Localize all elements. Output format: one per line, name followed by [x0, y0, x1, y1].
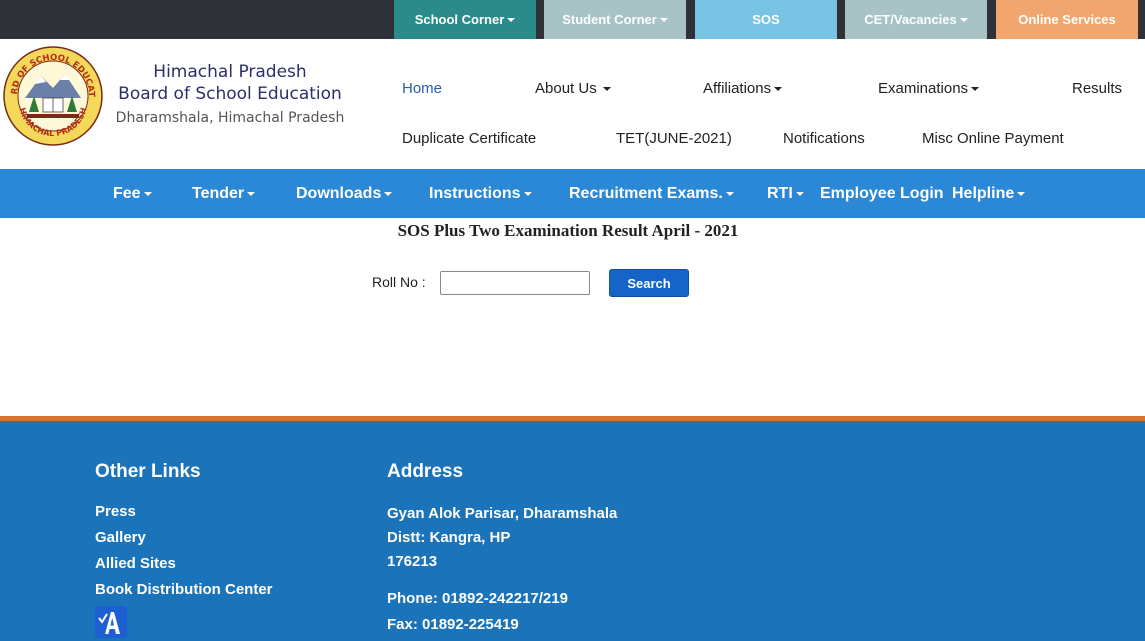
- roll-no-label: Roll No :: [372, 274, 426, 290]
- footer-link-gallery[interactable]: Gallery: [95, 529, 146, 546]
- brand-board-name: Board of School Education: [118, 84, 342, 104]
- accessibility-app-icon[interactable]: [95, 606, 127, 638]
- cet-vacancies-label: CET/Vacancies: [864, 12, 957, 27]
- board-logo[interactable]: BOARD OF SCHOOL EDUCATION HIMACHAL PRADE…: [3, 46, 103, 146]
- sos-label: SOS: [752, 12, 780, 27]
- nav-about-us[interactable]: About Us: [535, 80, 611, 97]
- chevron-down-icon: [602, 87, 611, 92]
- nav-results-label: Results: [1072, 80, 1123, 97]
- nav-affiliations[interactable]: Affiliations: [703, 80, 783, 97]
- chevron-down-icon: [247, 191, 256, 196]
- online-services-link[interactable]: Online Services: [996, 0, 1138, 39]
- brand-location: Dharamshala, Himachal Pradesh: [115, 110, 345, 126]
- nav-recruitment-exams[interactable]: Recruitment Exams.: [569, 169, 734, 218]
- nav-downloads-label: Downloads: [296, 184, 382, 202]
- nav-examinations[interactable]: Examinations: [878, 80, 980, 97]
- nav-duplicate-certificate-label: Duplicate Certificate: [402, 130, 537, 147]
- school-corner-label: School Corner: [414, 12, 505, 27]
- brand-block: Himachal Pradesh Board of School Educati…: [110, 61, 350, 131]
- nav-misc-online-payment-label: Misc Online Payment: [922, 130, 1064, 147]
- top-bar: School Corner Student Corner SOS CET/Vac…: [0, 0, 1145, 39]
- nav-home-label: Home: [402, 80, 443, 97]
- footer-link-allied-sites[interactable]: Allied Sites: [95, 555, 176, 572]
- student-corner-label: Student Corner: [562, 12, 657, 27]
- chevron-down-icon: [384, 191, 393, 196]
- site-footer: [0, 421, 1145, 641]
- chevron-down-icon: [507, 17, 516, 22]
- footer-link-press[interactable]: Press: [95, 503, 136, 520]
- chevron-down-icon: [971, 87, 980, 92]
- nav-instructions-label: Instructions: [429, 184, 521, 202]
- nav-employee-login-label: Employee Login: [820, 184, 944, 202]
- nav-recruitment-exams-label: Recruitment Exams.: [569, 184, 723, 202]
- accessibility-a-icon: [98, 612, 120, 634]
- nav-helpline-label: Helpline: [952, 184, 1015, 202]
- brand-state: Himachal Pradesh: [153, 62, 307, 82]
- sos-link[interactable]: SOS: [695, 0, 837, 39]
- cet-vacancies-menu[interactable]: CET/Vacancies: [845, 0, 987, 39]
- nav-notifications[interactable]: Notifications: [783, 130, 865, 147]
- nav-duplicate-certificate[interactable]: Duplicate Certificate: [402, 130, 536, 147]
- chevron-down-icon: [774, 87, 783, 92]
- nav-rti-label: RTI: [767, 184, 793, 202]
- search-button[interactable]: Search: [609, 269, 689, 297]
- chevron-down-icon: [143, 191, 152, 196]
- address-line-2: Distt: Kangra, HP: [387, 529, 511, 546]
- school-corner-menu[interactable]: School Corner: [394, 0, 536, 39]
- nav-tender[interactable]: Tender: [192, 169, 256, 218]
- page-title: SOS Plus Two Examination Result April - …: [397, 221, 739, 240]
- footer-fax: Fax: 01892-225419: [387, 616, 519, 633]
- footer-phone: Phone: 01892-242217/219: [387, 590, 568, 607]
- nav-affiliations-label: Affiliations: [703, 80, 772, 97]
- nav-instructions[interactable]: Instructions: [429, 169, 532, 218]
- online-services-label: Online Services: [1018, 12, 1116, 27]
- student-corner-menu[interactable]: Student Corner: [544, 0, 686, 39]
- nav-employee-login[interactable]: Employee Login: [820, 169, 944, 218]
- nav-tet-label: TET(JUNE-2021): [616, 130, 732, 147]
- chevron-down-icon: [959, 17, 968, 22]
- chevron-down-icon: [725, 191, 734, 196]
- nav-home[interactable]: Home: [402, 80, 442, 97]
- nav-helpline[interactable]: Helpline: [952, 169, 1026, 218]
- chevron-down-icon: [523, 191, 532, 196]
- address-heading: Address: [387, 461, 464, 482]
- address-line-1: Gyan Alok Parisar, Dharamshala: [387, 505, 618, 522]
- nav-notifications-label: Notifications: [783, 130, 865, 147]
- roll-no-input[interactable]: [440, 271, 590, 295]
- nav-downloads[interactable]: Downloads: [296, 169, 393, 218]
- nav-fee[interactable]: Fee: [113, 169, 152, 218]
- chevron-down-icon: [795, 191, 804, 196]
- nav-fee-label: Fee: [113, 184, 141, 202]
- footer-link-book-distribution-center[interactable]: Book Distribution Center: [95, 581, 273, 598]
- nav-examinations-label: Examinations: [878, 80, 969, 97]
- nav-tender-label: Tender: [192, 184, 245, 202]
- secondary-nav-bar: Fee Tender Downloads Instructions Recrui…: [0, 169, 1145, 218]
- address-postcode: 176213: [387, 553, 438, 570]
- nav-about-us-label: About Us: [535, 80, 597, 97]
- nav-results[interactable]: Results: [1072, 80, 1122, 97]
- nav-tet[interactable]: TET(JUNE-2021): [616, 130, 732, 147]
- nav-rti[interactable]: RTI: [767, 169, 804, 218]
- chevron-down-icon: [1017, 191, 1026, 196]
- other-links-heading: Other Links: [95, 461, 201, 482]
- chevron-down-icon: [659, 17, 668, 22]
- nav-misc-online-payment[interactable]: Misc Online Payment: [922, 130, 1064, 147]
